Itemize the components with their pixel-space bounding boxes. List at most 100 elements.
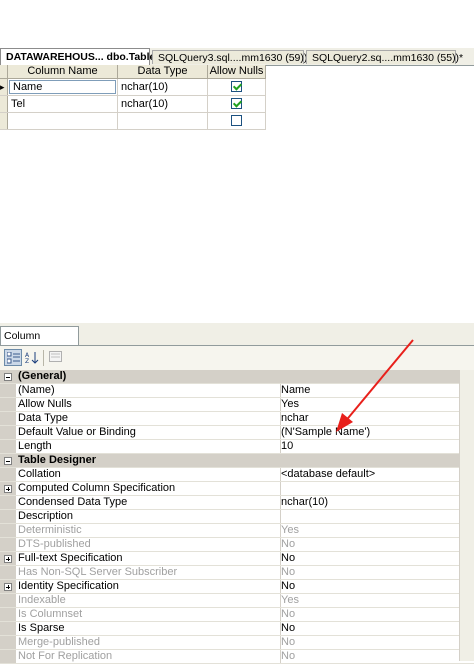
property-pages-button[interactable] (47, 349, 65, 366)
property-label: Not For Replication (17, 650, 281, 663)
tab-column-properties[interactable]: Column Properties (0, 326, 79, 360)
property-row-length[interactable]: Length 10 (0, 440, 474, 454)
allow-nulls-cell (208, 96, 266, 112)
row-header-corner (0, 65, 8, 78)
property-row-allow-nulls[interactable]: Allow Nulls Yes (0, 398, 474, 412)
toolbar-separator (43, 350, 44, 366)
header-column-name: Column Name (8, 65, 118, 78)
property-row-indexable: Indexable Yes (0, 594, 474, 608)
property-value: No (281, 650, 296, 662)
column-name-cell[interactable] (8, 113, 118, 129)
property-row-is-columnset: Is Columnset No (0, 608, 474, 622)
tab-table-designer[interactable]: DATAWAREHOUS... dbo.Table1* (0, 48, 165, 65)
tab-sqlquery3[interactable]: SQLQuery3.sql....mm1630 (59))* (152, 50, 311, 64)
property-label: Allow Nulls (17, 398, 281, 411)
table-row[interactable]: ▸ Name nchar(10) (0, 79, 266, 96)
column-name-cell[interactable]: Tel (8, 96, 118, 112)
property-value[interactable]: Name (281, 384, 461, 397)
property-row-default-value[interactable]: Default Value or Binding (N'Sample Name'… (0, 426, 474, 440)
categorized-button[interactable] (4, 349, 22, 366)
property-label: Full-text Specification (17, 552, 281, 565)
category-general[interactable]: (General) (0, 370, 474, 384)
property-row-full-text[interactable]: Full-text Specification No (0, 552, 474, 566)
property-label: Is Columnset (17, 608, 281, 621)
allow-nulls-checkbox[interactable] (231, 81, 242, 92)
property-value[interactable]: No (281, 622, 461, 635)
property-pages-icon (49, 351, 62, 362)
expand-icon[interactable] (4, 485, 12, 493)
property-row-merge-published: Merge-published No (0, 636, 474, 650)
properties-toolbar: A Z (0, 346, 474, 371)
data-type-cell[interactable]: nchar(10) (118, 79, 208, 95)
column-name-cell[interactable]: Name (8, 79, 118, 95)
expand-icon[interactable] (4, 583, 12, 591)
expand-icon[interactable] (4, 555, 12, 563)
property-value: No (281, 636, 296, 648)
property-value: No (281, 538, 296, 550)
property-value[interactable] (281, 482, 461, 495)
document-tab-bar: DATAWAREHOUS... dbo.Table1* SQLQuery3.sq… (0, 48, 474, 66)
data-type-cell[interactable]: nchar(10) (118, 96, 208, 112)
property-row-identity[interactable]: Identity Specification No (0, 580, 474, 594)
category-table-designer[interactable]: Table Designer (0, 454, 474, 468)
property-value[interactable] (281, 510, 461, 523)
column-name-edit-input[interactable]: Name (9, 80, 116, 94)
property-label: Indexable (17, 594, 281, 607)
property-row-is-sparse[interactable]: Is Sparse No (0, 622, 474, 636)
property-label: Length (17, 440, 281, 453)
property-label: (Name) (17, 384, 281, 397)
property-value[interactable]: No (281, 552, 461, 565)
current-row-indicator-icon: ▸ (0, 79, 8, 95)
header-data-type: Data Type (118, 65, 208, 78)
property-label: Condensed Data Type (17, 496, 281, 509)
allow-nulls-checkbox[interactable] (231, 98, 242, 109)
category-title: (General) (18, 370, 67, 382)
property-grid-scrollbar[interactable] (459, 370, 474, 661)
property-label: Collation (17, 468, 281, 481)
property-row-not-for-replication: Not For Replication No (0, 650, 474, 664)
table-row[interactable] (0, 113, 266, 130)
property-value[interactable]: Yes (281, 398, 461, 411)
property-row-dts-published: DTS-published No (0, 538, 474, 552)
property-row-description[interactable]: Description (0, 510, 474, 524)
category-title: Table Designer (18, 454, 97, 466)
properties-tab-bar: Column Properties (0, 323, 474, 360)
data-type-cell[interactable] (118, 113, 208, 129)
table-designer-grid: Column Name Data Type Allow Nulls ▸ Name… (0, 65, 266, 130)
property-value[interactable]: 10 (281, 440, 461, 453)
row-selector[interactable] (0, 96, 8, 112)
property-label: Default Value or Binding (17, 426, 281, 439)
allow-nulls-cell (208, 79, 266, 95)
property-row-name[interactable]: (Name) Name (0, 384, 474, 398)
property-value[interactable]: <database default> (281, 468, 461, 481)
property-label: Has Non-SQL Server Subscriber (17, 566, 281, 579)
top-blank-area (0, 0, 474, 48)
property-row-collation[interactable]: Collation <database default> (0, 468, 474, 482)
property-label: Deterministic (17, 524, 281, 537)
property-grid: (General) (Name) Name Allow Nulls Yes Da… (0, 370, 474, 664)
tab-sqlquery2[interactable]: SQLQuery2.sq....mm1630 (55))* (306, 50, 463, 64)
property-row-condensed-type[interactable]: Condensed Data Type nchar(10) (0, 496, 474, 510)
property-value[interactable]: nchar(10) (281, 496, 461, 509)
table-row[interactable]: Tel nchar(10) (0, 96, 266, 113)
row-selector[interactable] (0, 113, 8, 129)
property-value: Yes (281, 594, 299, 606)
property-label: Description (17, 510, 281, 523)
allow-nulls-checkbox[interactable] (231, 115, 242, 126)
property-row-computed-column[interactable]: Computed Column Specification (0, 482, 474, 496)
default-value-input[interactable]: (N'Sample Name') (281, 426, 461, 439)
property-label: Merge-published (17, 636, 281, 649)
property-row-data-type[interactable]: Data Type nchar (0, 412, 474, 426)
alphabetical-button[interactable]: A Z (23, 349, 41, 366)
property-row-deterministic: Deterministic Yes (0, 524, 474, 538)
collapse-icon[interactable] (4, 457, 12, 465)
property-value: No (281, 608, 296, 620)
property-label: Identity Specification (17, 580, 281, 593)
property-value[interactable]: nchar (281, 412, 461, 425)
property-value: Yes (281, 524, 299, 536)
property-value: No (281, 566, 296, 578)
collapse-icon[interactable] (4, 373, 12, 381)
allow-nulls-cell (208, 113, 266, 129)
property-value[interactable]: No (281, 580, 461, 593)
grid-header-row: Column Name Data Type Allow Nulls (0, 65, 266, 79)
